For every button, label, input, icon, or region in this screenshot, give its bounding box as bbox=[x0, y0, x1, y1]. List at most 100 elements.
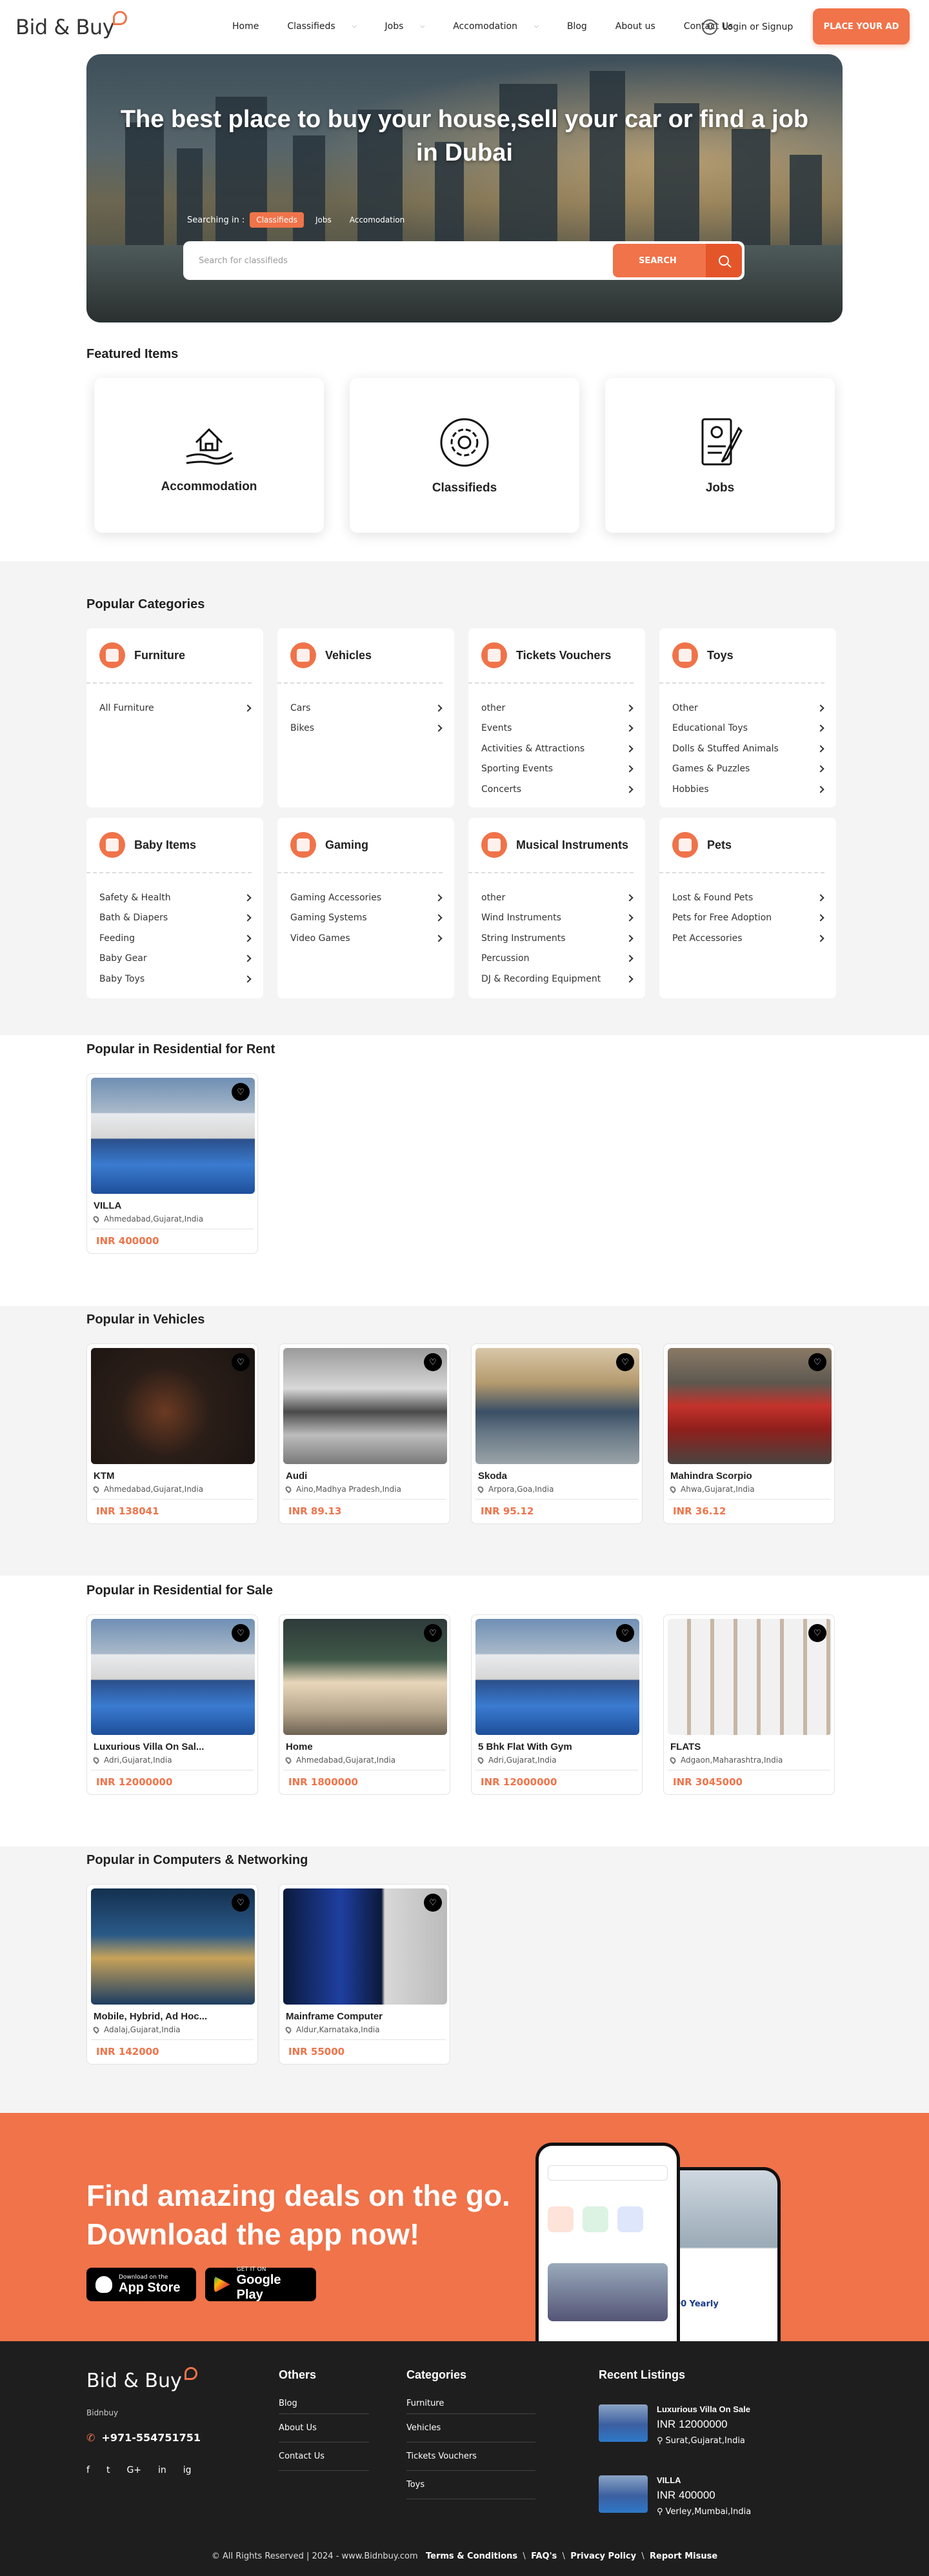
listing-image[interactable]: ♡ bbox=[91, 1078, 255, 1194]
category-link[interactable]: Baby Gear bbox=[99, 949, 252, 969]
category-link[interactable]: Gaming Systems bbox=[290, 908, 443, 929]
category-header[interactable]: Toys bbox=[659, 628, 824, 684]
linkedin-icon[interactable]: in bbox=[158, 2465, 166, 2475]
category-link[interactable]: Concerts bbox=[481, 779, 634, 800]
category-link[interactable]: Video Games bbox=[290, 928, 443, 949]
listing-card[interactable]: ♡ 5 Bhk Flat With Gym Adri,Gujarat,India IN… bbox=[471, 1614, 643, 1795]
heart-icon[interactable]: ♡ bbox=[424, 1624, 442, 1642]
heart-icon[interactable]: ♡ bbox=[424, 1894, 442, 1912]
privacy-link[interactable]: Privacy Policy bbox=[570, 2551, 636, 2561]
nav-item[interactable]: Jobs ⌵ bbox=[385, 21, 439, 32]
category-link[interactable]: String Instruments bbox=[481, 928, 634, 949]
category-link[interactable]: Sporting Events bbox=[481, 759, 634, 780]
listing-image[interactable]: ♡ bbox=[283, 1348, 447, 1464]
category-link[interactable]: Bikes bbox=[290, 718, 443, 739]
facebook-icon[interactable]: f bbox=[86, 2465, 90, 2475]
category-link[interactable]: Games & Puzzles bbox=[672, 759, 824, 780]
terms-link[interactable]: Terms & Conditions bbox=[426, 2551, 517, 2561]
footer-link[interactable]: Vehicles bbox=[406, 2414, 535, 2442]
category-link[interactable]: other bbox=[481, 887, 634, 908]
category-link[interactable]: Cars bbox=[290, 698, 443, 718]
category-link[interactable]: other bbox=[481, 698, 634, 718]
scope-option-classifieds[interactable]: Classifieds bbox=[250, 212, 304, 228]
category-link[interactable]: Educational Toys bbox=[672, 718, 824, 739]
twitter-icon[interactable]: t bbox=[106, 2465, 110, 2475]
listing-card[interactable]: ♡ Home Ahmedabad,Gujarat,India INR 1800000 bbox=[279, 1614, 450, 1795]
faq-link[interactable]: FAQ's bbox=[531, 2551, 557, 2561]
featured-card-accommodation[interactable]: Accommodation bbox=[94, 378, 324, 533]
category-link[interactable]: Hobbies bbox=[672, 779, 824, 800]
category-link[interactable]: Activities & Attractions bbox=[481, 738, 634, 759]
category-link[interactable]: Other bbox=[672, 698, 824, 718]
heart-icon[interactable]: ♡ bbox=[616, 1353, 634, 1371]
heart-icon[interactable]: ♡ bbox=[232, 1894, 250, 1912]
listing-card[interactable]: ♡ Mobile, Hybrid, Ad Hoc... Adalaj,Gujarat… bbox=[86, 1884, 258, 2065]
footer-link[interactable]: Contact Us bbox=[279, 2442, 369, 2471]
listing-image[interactable]: ♡ bbox=[91, 1348, 255, 1464]
heart-icon[interactable]: ♡ bbox=[232, 1624, 250, 1642]
recent-listing[interactable]: Luxurious Villa On Sale INR 12000000 ⚲ Sur… bbox=[599, 2404, 750, 2446]
category-link[interactable]: Wind Instruments bbox=[481, 908, 634, 929]
search-input[interactable]: Search for classifieds bbox=[183, 256, 613, 266]
app-store-button[interactable]: Download on the App Store bbox=[86, 2268, 196, 2301]
nav-item[interactable]: About us bbox=[615, 21, 670, 32]
category-link[interactable]: Pets for Free Adoption bbox=[672, 908, 824, 929]
category-header[interactable]: Tickets Vouchers bbox=[468, 628, 634, 684]
category-link[interactable]: Pet Accessories bbox=[672, 928, 824, 949]
category-link[interactable]: Safety & Health bbox=[99, 887, 252, 908]
listing-image[interactable]: ♡ bbox=[475, 1348, 639, 1464]
listing-image[interactable]: ♡ bbox=[91, 1619, 255, 1735]
heart-icon[interactable]: ♡ bbox=[232, 1083, 250, 1101]
footer-phone[interactable]: ✆ +971-554751751 bbox=[86, 2432, 201, 2444]
category-link[interactable]: Lost & Found Pets bbox=[672, 887, 824, 908]
nav-item[interactable]: Blog bbox=[567, 21, 601, 32]
google-plus-icon[interactable]: G+ bbox=[126, 2465, 141, 2475]
nav-item[interactable]: Home bbox=[232, 21, 273, 32]
category-header[interactable]: Furniture bbox=[86, 628, 252, 684]
category-header[interactable]: Baby Items bbox=[86, 818, 252, 873]
listing-image[interactable]: ♡ bbox=[475, 1619, 639, 1735]
category-link[interactable]: Percussion bbox=[481, 949, 634, 969]
listing-card[interactable]: ♡ KTM Ahmedabad,Gujarat,India INR 138041 bbox=[86, 1343, 258, 1524]
listing-card[interactable]: ♡ Luxurious Villa On Sal... Adri,Gujarat,I… bbox=[86, 1614, 258, 1795]
category-link[interactable]: DJ & Recording Equipment bbox=[481, 969, 634, 989]
instagram-icon[interactable]: ig bbox=[183, 2465, 192, 2475]
place-ad-button[interactable]: PLACE YOUR AD bbox=[813, 8, 910, 45]
listing-image[interactable]: ♡ bbox=[283, 1888, 447, 2005]
listing-image[interactable]: ♡ bbox=[668, 1348, 832, 1464]
search-button[interactable]: SEARCH bbox=[613, 244, 742, 277]
footer-link[interactable]: Toys bbox=[406, 2471, 535, 2499]
category-header[interactable]: Pets bbox=[659, 818, 824, 873]
listing-card[interactable]: ♡ Audi Aino,Madhya Pradesh,India INR 89.13 bbox=[279, 1343, 450, 1524]
category-link[interactable]: Feeding bbox=[99, 928, 252, 949]
site-logo[interactable]: Bid & Buy bbox=[15, 11, 209, 39]
category-link[interactable]: All Furniture bbox=[99, 698, 252, 718]
login-link[interactable]: Login or Signup bbox=[702, 19, 793, 35]
recent-listing[interactable]: VILLA INR 400000 ⚲ Verley,Mumbai,India bbox=[599, 2475, 751, 2517]
scope-option-jobs[interactable]: Jobs bbox=[309, 212, 338, 228]
featured-card-jobs[interactable]: Jobs bbox=[605, 378, 835, 533]
category-link[interactable]: Gaming Accessories bbox=[290, 887, 443, 908]
listing-card[interactable]: ♡ Mainframe Computer Aldur,Karnataka,India… bbox=[279, 1884, 450, 2065]
listing-card[interactable]: ♡ FLATS Adgaon,Maharashtra,India INR 304500… bbox=[663, 1614, 835, 1795]
heart-icon[interactable]: ♡ bbox=[616, 1624, 634, 1642]
heart-icon[interactable]: ♡ bbox=[808, 1624, 826, 1642]
nav-item[interactable]: Classifieds ⌵ bbox=[287, 21, 370, 32]
category-header[interactable]: Musical Instruments bbox=[468, 818, 634, 873]
category-header[interactable]: Vehicles bbox=[277, 628, 443, 684]
footer-link[interactable]: Tickets Vouchers bbox=[406, 2442, 535, 2471]
scope-option-accomodation[interactable]: Accomodation bbox=[343, 212, 412, 228]
category-link[interactable]: Dolls & Stuffed Animals bbox=[672, 738, 824, 759]
listing-image[interactable]: ♡ bbox=[91, 1888, 255, 2005]
listing-card[interactable]: ♡ Skoda Arpora,Goa,India INR 95.12 bbox=[471, 1343, 643, 1524]
featured-card-classifieds[interactable]: Classifieds bbox=[350, 378, 579, 533]
category-link[interactable]: Baby Toys bbox=[99, 969, 252, 989]
footer-link[interactable]: Blog bbox=[279, 2393, 369, 2414]
category-link[interactable]: Bath & Diapers bbox=[99, 908, 252, 929]
google-play-button[interactable]: GET IT ON Google Play bbox=[205, 2266, 316, 2302]
category-link[interactable]: Events bbox=[481, 718, 634, 739]
category-header[interactable]: Gaming bbox=[277, 818, 443, 873]
heart-icon[interactable]: ♡ bbox=[232, 1353, 250, 1371]
listing-image[interactable]: ♡ bbox=[668, 1619, 832, 1735]
listing-image[interactable]: ♡ bbox=[283, 1619, 447, 1735]
